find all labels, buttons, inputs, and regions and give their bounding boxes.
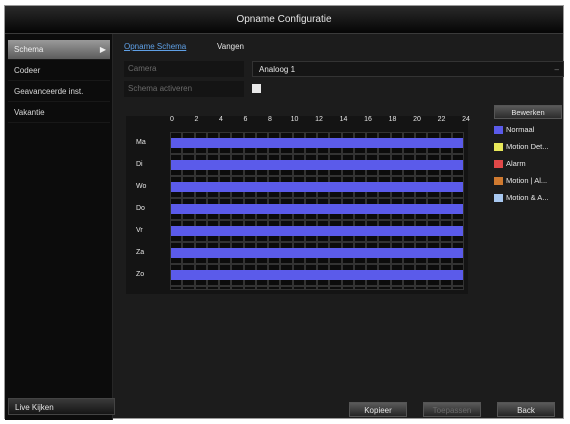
sidebar-item-schema[interactable]: Schema ▶ [8,40,110,60]
sidebar-item-label: Schema [14,45,44,54]
schedule-bar-wo[interactable] [171,182,463,192]
hour-tick-label: 24 [462,116,470,123]
back-button[interactable]: Back [497,402,555,417]
grid-cell [353,286,366,290]
grid-cell [255,286,268,290]
sidebar-item-advanced[interactable]: Geavanceerde inst. [8,82,110,102]
grid-cell [268,286,281,290]
legend-item[interactable]: Motion | Al... [494,174,566,188]
day-label: Wo [136,183,147,190]
schedule-bar-vr[interactable] [171,226,463,236]
hour-tick-label: 18 [388,116,397,123]
legend-item[interactable]: Alarm [494,157,566,171]
legend-label: Motion Det... [506,142,549,151]
grid-cell [194,286,207,290]
chevron-right-icon: ▶ [99,45,106,54]
legend-label: Motion | Al... [506,176,548,185]
window-title: Opname Configuratie [5,6,563,34]
legend-swatch [494,126,503,135]
grid-cell [341,286,354,290]
legend-item[interactable]: Motion & A... [494,191,566,205]
legend-swatch [494,143,503,152]
schedule-bar-di[interactable] [171,160,463,170]
grid-cell [329,286,342,290]
grid-cell [182,286,195,290]
sidebar-item-codeer[interactable]: Codeer [8,61,110,81]
hour-tick-label: 12 [315,116,323,123]
config-window: Opname Configuratie Schema ▶ Codeer Geav… [4,5,565,420]
enable-schedule-checkbox[interactable] [252,84,261,93]
schedule-bar-do[interactable] [171,204,463,214]
grid-cell [280,286,293,290]
sidebar: Schema ▶ Codeer Geavanceerde inst. Vakan… [5,34,113,420]
hour-tick-label: 4 [219,116,223,123]
hour-tick-label: 8 [268,116,272,123]
hour-tick-label: 2 [194,116,199,123]
schedule-bar-za[interactable] [171,248,463,258]
enable-label: Schema activeren [124,81,244,97]
camera-select[interactable]: Analoog 1 – [252,61,564,77]
schedule-grid-panel: 0 2 4 6 8 10 12 14 16 18 20 22 24 Ma Di Wo Do Vr Za Zo [126,116,470,294]
tab-record-schedule[interactable]: Opname Schema [124,42,186,51]
camera-row: Camera Analoog 1 – [124,61,564,77]
hour-tick-label: 10 [290,116,299,123]
grid-cell [451,286,464,290]
grid-cell [390,286,403,290]
hour-tick-label: 14 [339,116,348,123]
day-label: Za [136,249,145,256]
hour-tick-label: 0 [170,116,174,123]
grid-cell [317,286,330,290]
day-label: Do [136,205,145,212]
schedule-bar-zo[interactable] [171,270,463,280]
schedule-grid[interactable] [170,132,464,290]
main-panel: Opname Schema Vangen Camera Analoog 1 – … [113,34,565,420]
grid-cell [378,286,391,290]
grid-cell [366,286,379,290]
sidebar-item-label: Vakantie [14,108,45,117]
day-label: Ma [136,139,146,146]
copy-button[interactable]: Kopieer [349,402,407,417]
legend-item[interactable]: Normaal [494,123,566,137]
grid-cell [292,286,305,290]
hour-tick-label: 6 [243,116,248,123]
day-label: Zo [136,271,145,278]
day-label: Di [136,161,143,168]
edit-button[interactable]: Bewerken [494,105,562,119]
grid-cell [439,286,452,290]
hour-tick-label: 16 [364,116,372,123]
legend-label: Normaal [506,125,535,134]
hour-tick-label: 20 [413,116,421,123]
legend-swatch [494,177,503,186]
grid-cell [231,286,244,290]
legend-item[interactable]: Motion Det... [494,140,566,154]
sidebar-item-holiday[interactable]: Vakantie [8,103,110,123]
grid-cell [415,286,428,290]
hour-axis: 0 2 4 6 8 10 12 14 16 18 20 22 24 [170,116,470,128]
sidebar-item-label: Geavanceerde inst. [14,87,84,96]
apply-button[interactable]: Toepassen [423,402,481,417]
legend-swatch [494,160,503,169]
grid-cell [170,286,183,290]
grid-cell [304,286,317,290]
grid-cell [219,286,232,290]
tab-capture[interactable]: Vangen [217,42,244,51]
camera-label: Camera [124,61,244,77]
live-view-button[interactable]: Live Kijken [8,398,115,415]
grid-cell [402,286,415,290]
sidebar-item-label: Codeer [14,66,41,75]
grid-cell [427,286,440,290]
camera-value: Analoog 1 [259,65,296,74]
hour-tick-label: 22 [437,116,446,123]
day-label: Vr [136,227,143,234]
chevron-down-icon: – [554,65,559,74]
grid-cell [243,286,256,290]
legend-label: Motion & A... [506,193,549,202]
grid-cell [206,286,219,290]
schedule-bar-ma[interactable] [171,138,463,148]
legend-label: Alarm [506,159,526,168]
legend-swatch [494,194,503,203]
enable-row: Schema activeren [124,81,554,97]
